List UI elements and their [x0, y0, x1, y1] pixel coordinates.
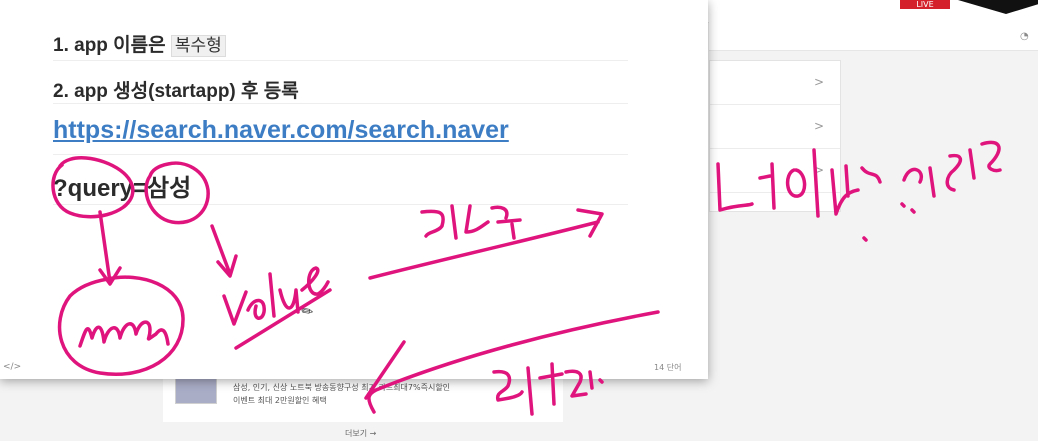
product-event-text: 이벤트 최대 2만원할인 혜택 [233, 396, 327, 405]
search-url-link[interactable]: https://search.naver.com/search.naver [53, 116, 509, 145]
browser-secondary-bar [709, 22, 1038, 51]
note-line-app-name: 1. app 이름은 복수형 [53, 30, 226, 57]
note-editor-window[interactable]: 1. app 이름은 복수형 2. app 생성(startapp) 후 등록 … [0, 0, 708, 379]
word-count: 14 단어 [654, 363, 682, 372]
list-item[interactable]: > [710, 149, 840, 193]
note-line-startapp: 2. app 생성(startapp) 후 등록 [53, 81, 299, 102]
question-dot-mark [862, 202, 916, 242]
note-line-text: 1. app 이름은 [53, 35, 166, 56]
list-item[interactable]: > [710, 105, 840, 149]
divider [53, 103, 628, 104]
query-string-line: ?query=삼성 [53, 175, 192, 202]
divider [53, 154, 628, 155]
pen-cursor-icon: ✎ [298, 302, 318, 322]
more-link[interactable]: 더보기 → [345, 428, 376, 439]
clock-icon: ◔ [1020, 31, 1029, 42]
product-description: 삼성, 인기, 신상 노트북 방송동향구성 최가 카드최대7%즉시할인 [233, 383, 451, 392]
code-view-icon[interactable]: </> [3, 362, 21, 372]
chevron-right-icon: > [813, 163, 824, 177]
live-badge: LIVE [900, 0, 950, 9]
inline-code: 복수형 [170, 35, 226, 57]
divider [53, 60, 628, 61]
chevron-right-icon: > [813, 119, 824, 133]
list-item[interactable]: > [710, 61, 840, 105]
product-thumbnail [175, 376, 217, 404]
chevron-right-icon: > [813, 75, 824, 89]
divider [53, 204, 628, 205]
background-list: > > > [709, 60, 841, 212]
